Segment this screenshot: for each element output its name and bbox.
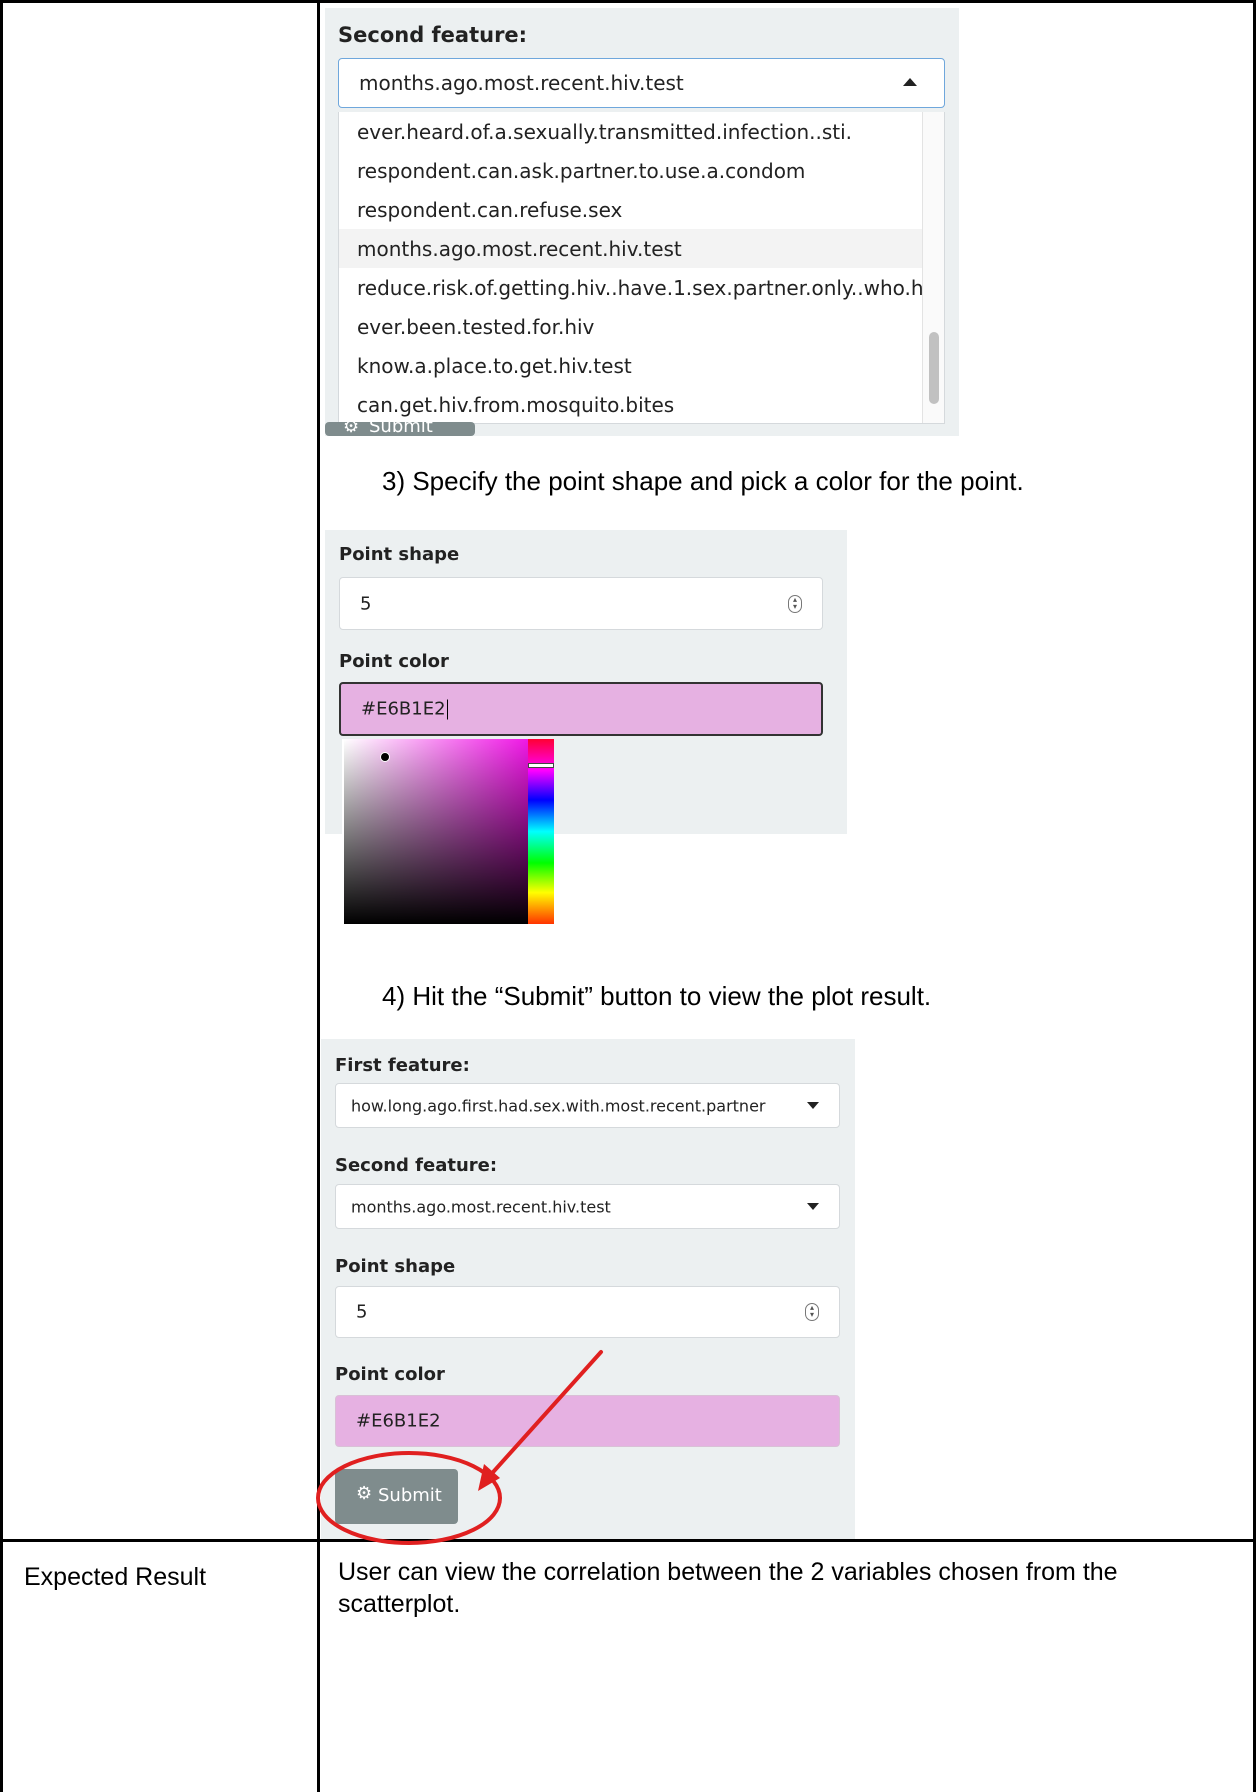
expected-result-label: Expected Result bbox=[24, 1563, 207, 1591]
annotation-circle bbox=[316, 1451, 502, 1545]
expected-result-text: User can view the correlation between th… bbox=[338, 1558, 1118, 1618]
annotation-arrow bbox=[484, 1350, 603, 1482]
annotation-overlay bbox=[316, 1350, 603, 1545]
